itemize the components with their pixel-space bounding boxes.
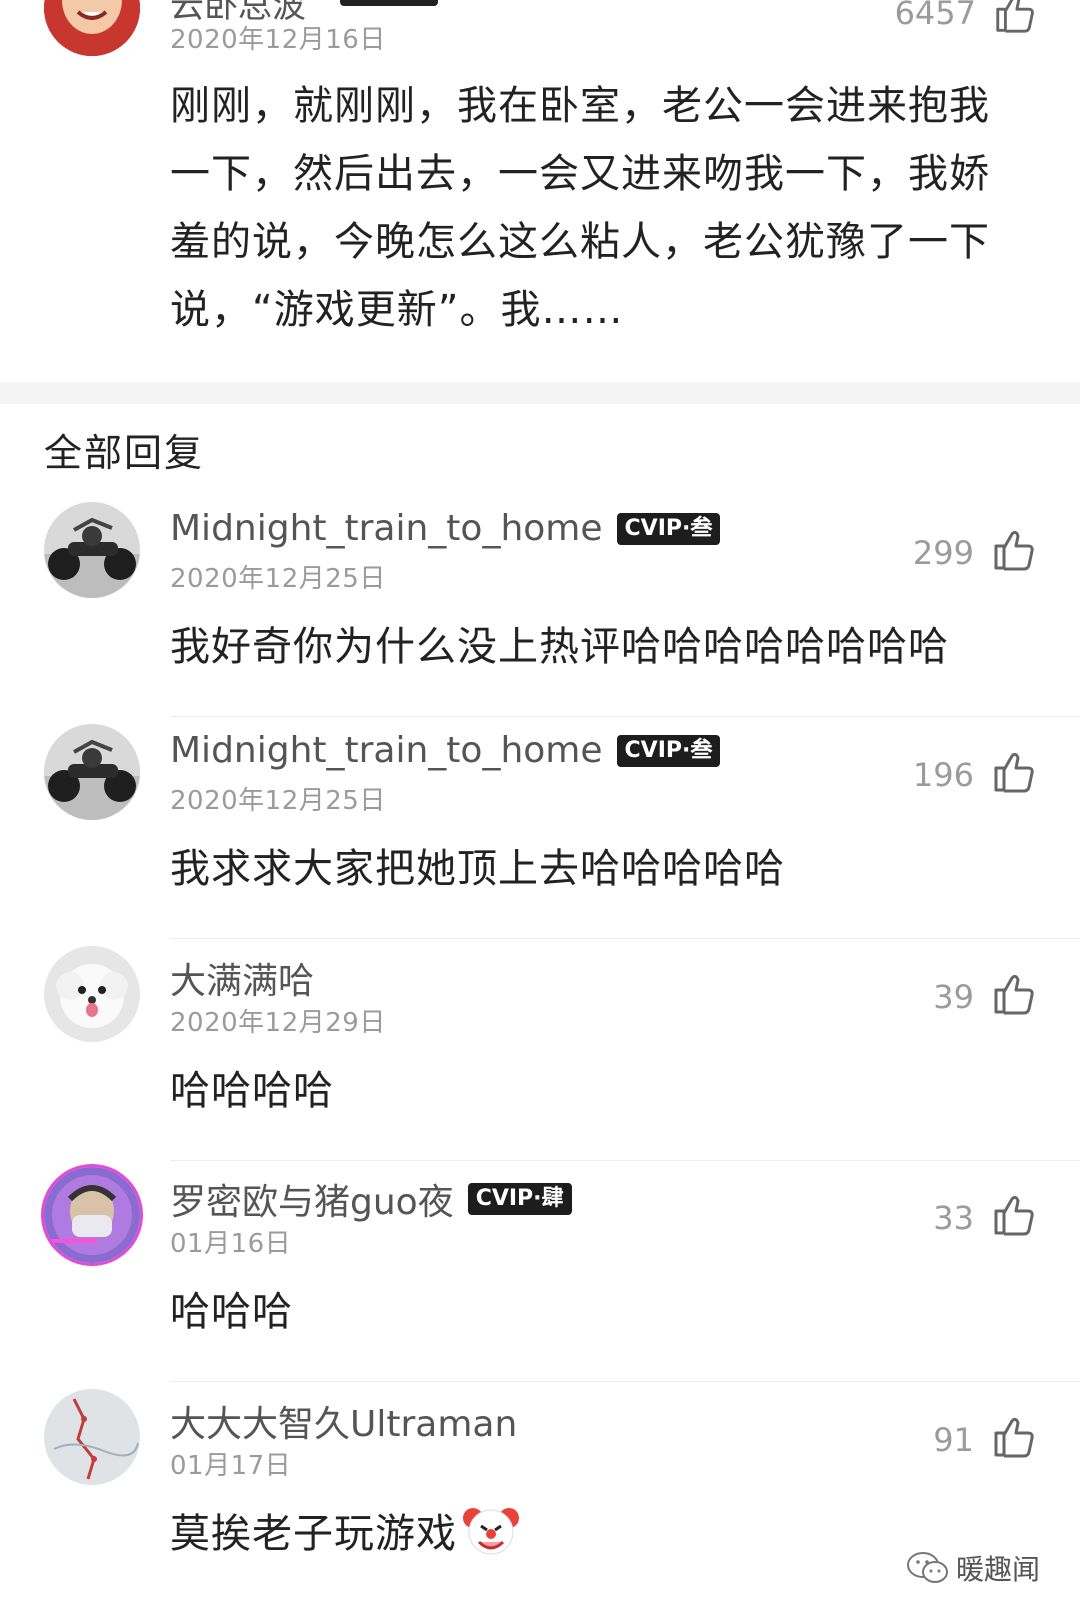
dog-avatar[interactable] (44, 946, 140, 1042)
reply-separator (170, 938, 1080, 939)
masked-person-avatar[interactable] (44, 1167, 140, 1263)
watermark-text: 暖趣闻 (955, 1553, 1040, 1586)
original-comment-text: 刚刚，就刚刚，我在卧室，老公一会进来抱我一下，然后出去，一会又进来吻我一下，我娇… (170, 83, 990, 333)
reply-text: 哈哈哈 (170, 1289, 293, 1335)
reply-username[interactable]: Midnight_train_to_home (170, 730, 603, 771)
reply-separator (170, 716, 1080, 717)
reply-like-count: 39 (933, 978, 974, 1016)
reply-separator (170, 1381, 1080, 1382)
map-avatar[interactable] (44, 1389, 140, 1485)
reply-item: Midnight_train_to_home CVIP·叁 2020年12月25… (0, 502, 1080, 730)
section-divider (0, 382, 1080, 404)
original-comment-like-count: 6457 (894, 0, 976, 32)
reply-separator (170, 1160, 1080, 1161)
reply-text: 哈哈哈哈 (170, 1068, 334, 1114)
thumbs-up-icon[interactable] (990, 526, 1038, 574)
reply-username[interactable]: 大大大智久Ultraman (170, 1395, 517, 1447)
reply-username[interactable]: 罗密欧与猪guo夜 (170, 1173, 454, 1225)
reply-username[interactable]: 大满满哈 (170, 952, 314, 1004)
source-watermark: 暖趣闻 (906, 1548, 1040, 1588)
reply-item: 罗密欧与猪guo夜 CVIP·肆 01月16日 33 哈哈哈 (0, 1167, 1080, 1395)
reply-text: 我求求大家把她顶上去哈哈哈哈哈 (170, 846, 785, 892)
reply-text: 莫挨老子玩游戏 (170, 1501, 521, 1559)
wechat-icon (906, 1552, 948, 1583)
reply-item: Midnight_train_to_home CVIP·叁 2020年12月25… (0, 724, 1080, 952)
vip-badge[interactable]: CVIP·叁 (616, 734, 721, 767)
reply-date: 01月17日 (170, 1451, 292, 1481)
original-comment-date: 2020年12月16日 (170, 25, 386, 55)
reply-text-body: 莫挨老子玩游戏 (170, 1511, 457, 1557)
thumbs-up-icon[interactable] (992, 0, 1038, 36)
reply-date: 2020年12月25日 (170, 786, 386, 816)
vip-badge[interactable]: CVIP·肆 (467, 1183, 572, 1215)
thumbs-up-icon[interactable] (990, 1191, 1038, 1239)
original-commenter-avatar[interactable] (44, 0, 140, 56)
vip-badge[interactable]: CVIP·叁 (616, 512, 721, 545)
vip-badge (340, 0, 438, 6)
reply-like-count: 299 (912, 534, 974, 572)
clown-face-emoji (463, 1508, 519, 1555)
reply-like-count: 33 (933, 1199, 974, 1237)
thumbs-up-icon[interactable] (990, 1413, 1038, 1461)
reply-date: 01月16日 (170, 1229, 292, 1259)
reply-like-count: 91 (933, 1421, 974, 1459)
thumbs-up-icon[interactable] (990, 970, 1038, 1018)
thumbs-up-icon[interactable] (990, 748, 1038, 796)
reply-like-count: 196 (912, 756, 974, 794)
reply-item: 大满满哈 2020年12月29日 39 哈哈哈哈 (0, 946, 1080, 1174)
motorcycle-avatar[interactable] (44, 502, 140, 598)
reply-date: 2020年12月29日 (170, 1008, 386, 1038)
reply-date: 2020年12月25日 (170, 564, 386, 594)
reply-text: 我好奇你为什么没上热评哈哈哈哈哈哈哈哈 (170, 624, 949, 670)
motorcycle-avatar[interactable] (44, 724, 140, 820)
reply-username[interactable]: Midnight_train_to_home (170, 508, 603, 549)
all-replies-heading: 全部回复 (44, 431, 205, 475)
